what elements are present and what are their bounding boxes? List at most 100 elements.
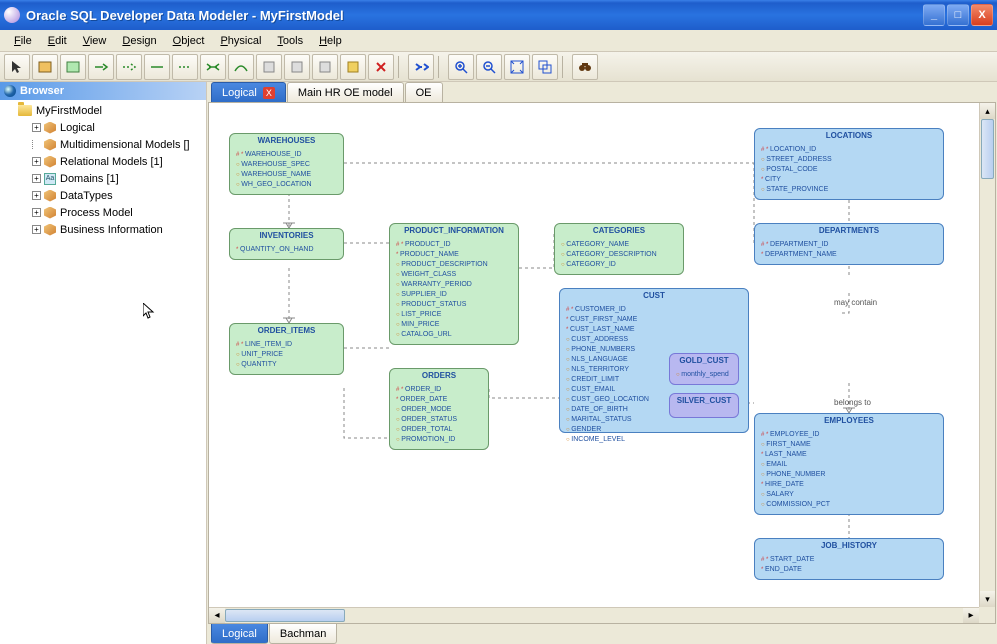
scroll-left-icon[interactable]: ◂ <box>209 608 225 623</box>
expand-icon[interactable]: + <box>32 123 41 132</box>
entity-title: LOCATIONS <box>755 129 943 143</box>
fit-screen-button[interactable] <box>504 54 530 80</box>
tab-logical[interactable]: LogicalX <box>211 82 286 102</box>
entity-categories[interactable]: CATEGORIESCATEGORY_NAMECATEGORY_DESCRIPT… <box>554 223 684 275</box>
rel-1-1[interactable] <box>172 54 198 80</box>
menu-object[interactable]: Object <box>165 33 213 49</box>
tab-notation-bachman[interactable]: Bachman <box>269 624 337 644</box>
entity-inventories[interactable]: INVENTORIESQUANTITY_ON_HAND <box>229 228 344 260</box>
entity-job-history[interactable]: JOB_HISTORYSTART_DATEEND_DATE <box>754 538 944 580</box>
rel-1-n[interactable] <box>116 54 142 80</box>
menu-design[interactable]: Design <box>114 33 164 49</box>
tree-node-domains[interactable]: +AaDomains [1] <box>2 170 204 187</box>
rel-m-n[interactable] <box>200 54 226 80</box>
scroll-right-icon[interactable]: ▸ <box>963 608 979 623</box>
zoom-in-button[interactable] <box>448 54 474 80</box>
scroll-down-icon[interactable]: ▾ <box>980 591 995 607</box>
entity-silver-cust[interactable]: SILVER_CUST <box>669 393 739 418</box>
tree-root[interactable]: MyFirstModel <box>2 102 204 119</box>
tree-node-business[interactable]: +Business Information <box>2 221 204 238</box>
entity-attribute: EMAIL <box>761 460 937 470</box>
menu-tools[interactable]: Tools <box>269 33 311 49</box>
entity-attribute: CATEGORY_DESCRIPTION <box>561 250 677 260</box>
tab-main-hr-oe[interactable]: Main HR OE model <box>287 82 404 102</box>
vertical-scrollbar[interactable]: ▴▾ <box>979 103 995 607</box>
entity-departments[interactable]: DEPARTMENTSDEPARTMENT_IDDEPARTMENT_NAME <box>754 223 944 265</box>
entity-attribute: WEIGHT_CLASS <box>396 270 512 280</box>
diagram-canvas[interactable]: WAREHOUSESWAREHOUSE_IDWAREHOUSE_SPECWARE… <box>209 103 979 607</box>
entity-attribute: ORDER_ID <box>396 385 482 395</box>
entity-employees[interactable]: EMPLOYEESEMPLOYEE_IDFIRST_NAMELAST_NAMEE… <box>754 413 944 515</box>
entity-attribute: EMPLOYEE_ID <box>761 430 937 440</box>
scroll-up-icon[interactable]: ▴ <box>980 103 995 119</box>
expand-icon[interactable]: + <box>32 208 41 217</box>
zoom-out-button[interactable] <box>476 54 502 80</box>
entity-attribute: WAREHOUSE_NAME <box>236 170 337 180</box>
browser-title: Browser <box>20 85 64 97</box>
entity-attribute: CITY <box>761 175 937 185</box>
delete-tool[interactable] <box>368 54 394 80</box>
view-tool[interactable] <box>60 54 86 80</box>
browser-tree[interactable]: MyFirstModel +Logical Multidimensional M… <box>0 100 206 240</box>
type-tool-3[interactable] <box>312 54 338 80</box>
menu-help[interactable]: Help <box>311 33 350 49</box>
entity-warehouses[interactable]: WAREHOUSESWAREHOUSE_IDWAREHOUSE_SPECWARE… <box>229 133 344 195</box>
tree-node-relational[interactable]: +Relational Models [1] <box>2 153 204 170</box>
close-window-button[interactable]: X <box>971 4 993 26</box>
entity-attribute: PHONE_NUMBER <box>761 470 937 480</box>
browser-sidebar: Browser MyFirstModel +Logical Multidimen… <box>0 82 207 644</box>
expand-icon[interactable]: + <box>32 191 41 200</box>
maximize-button[interactable]: □ <box>947 4 969 26</box>
tab-notation-logical[interactable]: Logical <box>211 624 268 644</box>
menu-edit[interactable]: Edit <box>40 33 75 49</box>
diagram-tabs: LogicalX Main HR OE model OE <box>207 82 997 102</box>
entity-tool[interactable] <box>32 54 58 80</box>
search-button[interactable] <box>572 54 598 80</box>
menu-view[interactable]: View <box>75 33 115 49</box>
toolbar <box>0 52 997 82</box>
toolbar-separator <box>398 56 404 78</box>
tree-node-process[interactable]: + Process Model <box>2 204 204 221</box>
select-tool[interactable] <box>4 54 30 80</box>
minimize-button[interactable]: _ <box>923 4 945 26</box>
cube-icon <box>44 156 56 168</box>
expand-icon[interactable]: + <box>32 225 41 234</box>
tree-node-multidim[interactable]: Multidimensional Models [] <box>2 136 204 153</box>
engineer-button[interactable] <box>408 54 434 80</box>
rel-1-n-id[interactable] <box>88 54 114 80</box>
entity-order-items[interactable]: ORDER_ITEMSLINE_ITEM_IDUNIT_PRICEQUANTIT… <box>229 323 344 375</box>
titlebar[interactable]: Oracle SQL Developer Data Modeler - MyFi… <box>0 0 997 30</box>
type-tool-2[interactable] <box>284 54 310 80</box>
expand-icon[interactable]: + <box>32 174 41 183</box>
note-tool[interactable] <box>340 54 366 80</box>
type-tool-1[interactable] <box>256 54 282 80</box>
entity-attribute: LIST_PRICE <box>396 310 512 320</box>
tree-node-logical[interactable]: +Logical <box>2 119 204 136</box>
entity-attribute: CUST_FIRST_NAME <box>566 315 742 325</box>
entity-locations[interactable]: LOCATIONSLOCATION_IDSTREET_ADDRESSPOSTAL… <box>754 128 944 200</box>
window-title: Oracle SQL Developer Data Modeler - MyFi… <box>26 8 921 23</box>
menu-physical[interactable]: Physical <box>212 33 269 49</box>
entity-attribute: PRODUCT_DESCRIPTION <box>396 260 512 270</box>
entity-orders[interactable]: ORDERSORDER_IDORDER_DATEORDER_MODEORDER_… <box>389 368 489 450</box>
tree-node-datatypes[interactable]: +DataTypes <box>2 187 204 204</box>
entity-attribute: STREET_ADDRESS <box>761 155 937 165</box>
entity-product-info[interactable]: PRODUCT_INFORMATIONPRODUCT_IDPRODUCT_NAM… <box>389 223 519 345</box>
scroll-thumb[interactable] <box>225 609 345 622</box>
scroll-thumb[interactable] <box>981 119 994 179</box>
tree-label: Process Model <box>60 207 133 219</box>
menu-file[interactable]: File <box>6 33 40 49</box>
cube-icon <box>44 190 56 202</box>
default-size-button[interactable] <box>532 54 558 80</box>
cube-icon <box>44 224 56 236</box>
rel-1-1-id[interactable] <box>144 54 170 80</box>
entity-attribute: WARRANTY_PERIOD <box>396 280 512 290</box>
expand-icon[interactable]: + <box>32 157 41 166</box>
horizontal-scrollbar[interactable]: ◂▸ <box>209 607 979 623</box>
entity-gold-cust[interactable]: GOLD_CUSTmonthly_spend <box>669 353 739 385</box>
entity-title: ORDERS <box>390 369 488 383</box>
tab-oe[interactable]: OE <box>405 82 443 102</box>
entity-title: INVENTORIES <box>230 229 343 243</box>
close-tab-icon[interactable]: X <box>263 87 275 99</box>
arc-tool[interactable] <box>228 54 254 80</box>
